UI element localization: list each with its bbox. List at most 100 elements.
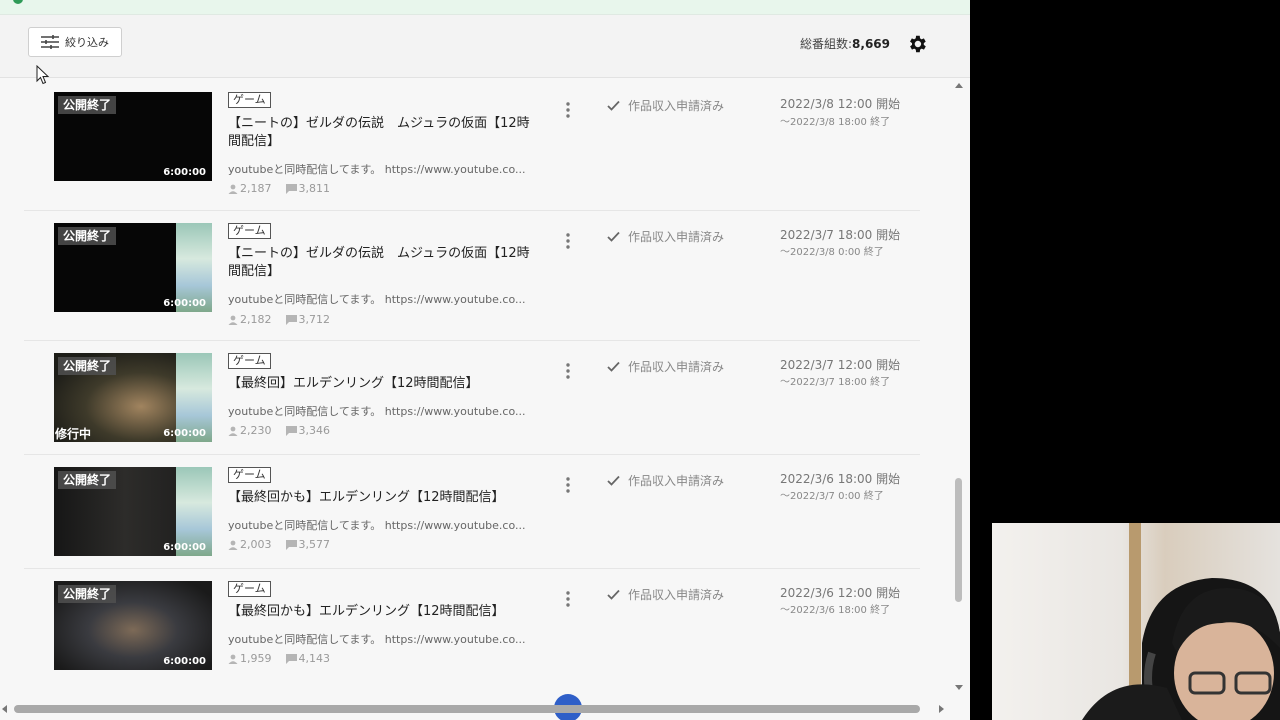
end-time: 〜2022/3/7 0:00 終了: [780, 491, 884, 502]
list-toolbar: 絞り込み 総番組数:8,669: [0, 15, 970, 78]
duration-label: 6:00:00: [163, 167, 206, 178]
comment-count: 3,712: [298, 313, 331, 326]
person-icon: [228, 654, 238, 664]
start-time: 2022/3/7 12:00 開始: [780, 358, 901, 372]
category-tag: ゲーム: [228, 467, 271, 483]
checkmark-icon: [607, 100, 620, 111]
viewer-count: 2,230: [240, 424, 272, 437]
comment-icon: [285, 653, 297, 664]
status-badge: 公開終了: [58, 585, 117, 603]
duration-label: 6:00:00: [163, 542, 206, 553]
status-badge: 公開終了: [58, 96, 117, 114]
more-options-icon[interactable]: [564, 590, 572, 608]
program-thumbnail[interactable]: 公開終了 6:00:00: [54, 223, 212, 312]
status-dot: [13, 0, 23, 4]
program-description: youtubeと同時配信してます。 https://www.youtube.co…: [228, 163, 526, 176]
scroll-left-icon[interactable]: [0, 700, 10, 718]
revenue-claim-status: 作品収入申請済み: [607, 228, 724, 245]
revenue-claim-status: 作品収入申請済み: [607, 472, 724, 489]
webcam-person-image: [1082, 523, 1280, 720]
browser-viewport: 絞り込み 総番組数:8,669 公開終了 6:00:00 ゲーム 【ニートの】ゼ…: [0, 0, 970, 720]
viewer-count: 2,187: [240, 182, 272, 195]
more-options-icon[interactable]: [564, 362, 572, 380]
revenue-claim-status: 作品収入申請済み: [607, 97, 724, 114]
duration-label: 6:00:00: [163, 656, 206, 667]
start-time: 2022/3/7 18:00 開始: [780, 228, 901, 242]
program-title[interactable]: 【最終回かも】エルデンリング【12時間配信】: [228, 603, 533, 621]
duration-label: 6:00:00: [163, 298, 206, 309]
program-title[interactable]: 【ニートの】ゼルダの伝説 ムジュラの仮面【12時間配信】: [228, 115, 533, 151]
comment-count: 4,143: [298, 652, 331, 665]
end-time: 〜2022/3/7 18:00 終了: [780, 377, 891, 388]
end-time: 〜2022/3/8 0:00 終了: [780, 247, 884, 258]
program-stats: 2,230 3,346: [228, 424, 330, 437]
person-icon: [228, 426, 238, 436]
program-thumbnail[interactable]: 公開終了 修行中 6:00:00: [54, 353, 212, 442]
program-thumbnail[interactable]: 公開終了 6:00:00: [54, 467, 212, 556]
comment-icon: [285, 539, 297, 550]
comment-stat: 3,712: [285, 313, 331, 326]
status-badge: 公開終了: [58, 357, 117, 375]
comment-stat: 4,143: [285, 652, 331, 665]
claim-label: 作品収入申請済み: [628, 360, 725, 374]
more-options-icon[interactable]: [564, 476, 572, 494]
program-list: 公開終了 6:00:00 ゲーム 【ニートの】ゼルダの伝説 ムジュラの仮面【12…: [24, 78, 920, 703]
comment-icon: [285, 425, 297, 436]
viewer-stat: 2,230: [228, 424, 272, 437]
horizontal-scrollbar[interactable]: [0, 700, 950, 718]
gear-icon[interactable]: [906, 33, 928, 55]
end-time: 〜2022/3/6 18:00 終了: [780, 605, 891, 616]
more-options-icon[interactable]: [564, 101, 572, 119]
viewer-count: 1,959: [240, 652, 272, 665]
category-tag: ゲーム: [228, 581, 271, 597]
viewer-stat: 2,182: [228, 313, 272, 326]
vertical-scroll-thumb[interactable]: [955, 478, 962, 602]
viewer-count: 2,003: [240, 538, 272, 551]
status-badge: 公開終了: [58, 471, 117, 489]
program-title[interactable]: 【ニートの】ゼルダの伝説 ムジュラの仮面【12時間配信】: [228, 245, 533, 281]
claim-label: 作品収入申請済み: [628, 474, 725, 488]
comment-count: 3,577: [298, 538, 331, 551]
program-thumbnail[interactable]: 公開終了 6:00:00: [54, 92, 212, 181]
duration-label: 6:00:00: [163, 428, 206, 439]
viewer-count: 2,182: [240, 313, 272, 326]
start-time: 2022/3/8 12:00 開始: [780, 97, 901, 111]
program-row: 公開終了 6:00:00 ゲーム 【ニートの】ゼルダの伝説 ムジュラの仮面【12…: [24, 210, 920, 341]
vertical-scrollbar[interactable]: [950, 78, 968, 700]
program-description: youtubeと同時配信してます。 https://www.youtube.co…: [228, 293, 526, 306]
program-row: 公開終了 6:00:00 ゲーム 【ニートの】ゼルダの伝説 ムジュラの仮面【12…: [24, 78, 920, 211]
webcam-overlay: [992, 523, 1280, 720]
checkmark-icon: [607, 589, 620, 600]
status-badge: 公開終了: [58, 227, 117, 245]
filter-button[interactable]: 絞り込み: [28, 27, 122, 57]
program-title[interactable]: 【最終回】エルデンリング【12時間配信】: [228, 375, 533, 393]
comment-stat: 3,577: [285, 538, 331, 551]
program-thumbnail[interactable]: 公開終了 6:00:00: [54, 581, 212, 670]
checkmark-icon: [607, 475, 620, 486]
end-time: 〜2022/3/8 18:00 終了: [780, 117, 891, 128]
category-tag: ゲーム: [228, 353, 271, 369]
comment-count: 3,346: [298, 424, 331, 437]
total-programs: 総番組数:8,669: [800, 35, 890, 52]
sliders-icon: [41, 35, 59, 49]
program-stats: 2,182 3,712: [228, 313, 330, 326]
scroll-up-icon[interactable]: [950, 80, 968, 90]
top-notice-strip: [0, 0, 970, 15]
claim-label: 作品収入申請済み: [628, 230, 725, 244]
program-row: 公開終了 6:00:00 ゲーム 【最終回かも】エルデンリング【12時間配信】 …: [24, 568, 920, 682]
start-time: 2022/3/6 18:00 開始: [780, 472, 901, 486]
viewer-stat: 2,003: [228, 538, 272, 551]
more-options-icon[interactable]: [564, 232, 572, 250]
person-icon: [228, 315, 238, 325]
claim-label: 作品収入申請済み: [628, 588, 725, 602]
scroll-down-icon[interactable]: [950, 683, 968, 693]
comment-count: 3,811: [298, 182, 331, 195]
viewer-stat: 2,187: [228, 182, 272, 195]
scroll-right-icon[interactable]: [936, 700, 946, 718]
revenue-claim-status: 作品収入申請済み: [607, 358, 724, 375]
program-stats: 1,959 4,143: [228, 652, 330, 665]
program-title[interactable]: 【最終回かも】エルデンリング【12時間配信】: [228, 489, 533, 507]
horizontal-scroll-thumb[interactable]: [14, 705, 920, 713]
comment-icon: [285, 314, 297, 325]
checkmark-icon: [607, 361, 620, 372]
